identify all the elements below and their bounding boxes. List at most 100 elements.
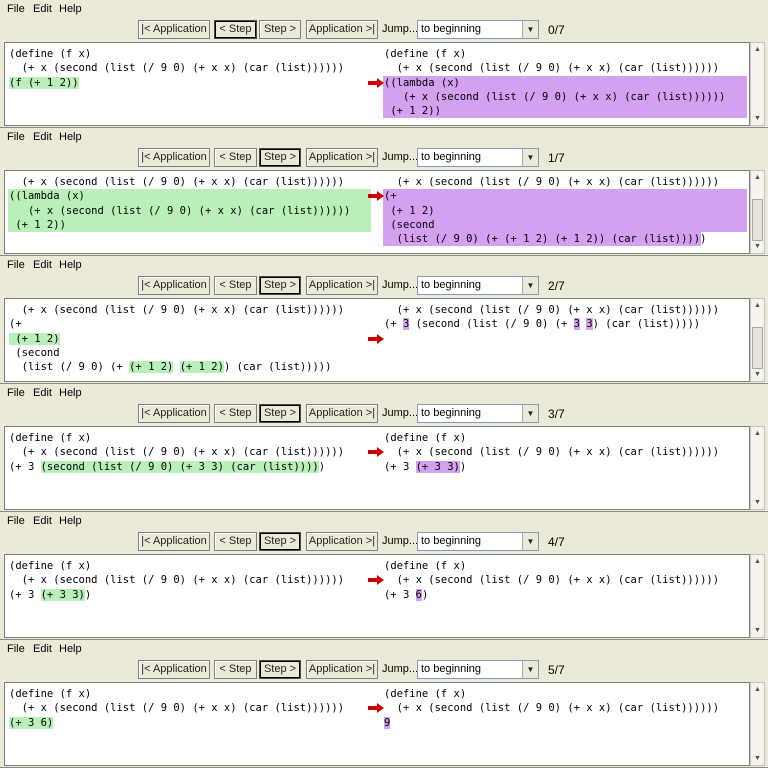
before-expression: (define (f x) (+ x (second (list (/ 9 0)… (9, 559, 344, 602)
menu-file[interactable]: File (7, 131, 25, 143)
left-line: (f (+ 1 2)) (9, 76, 79, 89)
prev-application-button[interactable]: |< Application (138, 20, 210, 39)
jump-select[interactable]: to beginning ▼ (417, 660, 539, 679)
jump-select[interactable]: to beginning ▼ (417, 20, 539, 39)
scroll-up-icon[interactable]: ▲ (751, 683, 764, 696)
chevron-down-icon[interactable]: ▼ (522, 21, 538, 38)
prev-step-button[interactable]: < Step (214, 20, 257, 39)
chevron-down-icon[interactable]: ▼ (522, 149, 538, 166)
menu-edit[interactable]: Edit (33, 515, 52, 527)
prev-application-button[interactable]: |< Application (138, 148, 210, 167)
next-step-button[interactable]: Step > (259, 20, 301, 39)
menu-bar: File Edit Help (0, 0, 768, 18)
toolbar: |< Application < Step Step > Application >|… (0, 404, 768, 426)
prev-application-button[interactable]: |< Application (138, 660, 210, 679)
left-line: (define (f x) (9, 688, 92, 700)
right-line: (define (f x) (384, 48, 467, 60)
left-line: (+ x (second (list (/ 9 0) (+ x x) (car … (9, 446, 345, 459)
menu-help[interactable]: Help (59, 643, 82, 655)
toolbar: |< Application < Step Step > Application >|… (0, 276, 768, 298)
menu-help[interactable]: Help (59, 515, 82, 527)
menu-file[interactable]: File (7, 643, 25, 655)
before-expression: (define (f x) (+ x (second (list (/ 9 0)… (9, 47, 344, 90)
menu-file[interactable]: File (7, 387, 25, 399)
next-step-button[interactable]: Step > (259, 148, 301, 167)
menu-edit[interactable]: Edit (33, 259, 52, 271)
vertical-scrollbar[interactable]: ▲ ▼ (750, 426, 765, 510)
jump-label: Jump... (382, 23, 419, 35)
code-view: (define (f x) (+ x (second (list (/ 9 0)… (4, 42, 750, 126)
menu-edit[interactable]: Edit (33, 387, 52, 399)
prev-step-button[interactable]: < Step (214, 532, 257, 551)
jump-select[interactable]: to beginning ▼ (417, 276, 539, 295)
chevron-down-icon[interactable]: ▼ (522, 533, 538, 550)
prev-step-button[interactable]: < Step (214, 148, 257, 167)
prev-application-button[interactable]: |< Application (138, 276, 210, 295)
menu-edit[interactable]: Edit (33, 131, 52, 143)
next-step-button[interactable]: Step > (259, 276, 301, 295)
jump-select[interactable]: to beginning ▼ (417, 404, 539, 423)
scroll-up-icon[interactable]: ▲ (751, 43, 764, 56)
menu-edit[interactable]: Edit (33, 643, 52, 655)
next-application-button[interactable]: Application >| (306, 20, 378, 39)
chevron-down-icon[interactable]: ▼ (522, 661, 538, 678)
scroll-down-icon[interactable]: ▼ (751, 752, 764, 765)
chevron-down-icon[interactable]: ▼ (522, 405, 538, 422)
menu-file[interactable]: File (7, 515, 25, 527)
vertical-scrollbar[interactable]: ▲ ▼ (750, 42, 765, 126)
step-counter: 3/7 (548, 407, 565, 421)
stepper-window-4: File Edit Help |< Application < Step Step > Ap… (0, 512, 768, 640)
right-line: (+ x (second (list (/ 9 0) (+ x x) (car … (384, 62, 720, 75)
left-segment: (+ 3 (9, 588, 41, 601)
next-application-button[interactable]: Application >| (306, 148, 378, 167)
menu-file[interactable]: File (7, 3, 25, 15)
vertical-scrollbar[interactable]: ▲ ▼ (750, 170, 765, 254)
scroll-up-icon[interactable]: ▲ (751, 171, 764, 184)
prev-step-button[interactable]: < Step (214, 660, 257, 679)
right-segment: ) (car (list))))) (592, 318, 701, 331)
toolbar: |< Application < Step Step > Application >|… (0, 148, 768, 170)
chevron-down-icon[interactable]: ▼ (522, 277, 538, 294)
jump-select[interactable]: to beginning ▼ (417, 532, 539, 551)
jump-select-value: to beginning (421, 663, 481, 675)
scroll-up-icon[interactable]: ▲ (751, 299, 764, 312)
next-application-button[interactable]: Application >| (306, 276, 378, 295)
vertical-scrollbar[interactable]: ▲ ▼ (750, 554, 765, 638)
next-step-button[interactable]: Step > (259, 660, 301, 679)
jump-label: Jump... (382, 151, 419, 163)
menu-help[interactable]: Help (59, 259, 82, 271)
scroll-down-icon[interactable]: ▼ (751, 112, 764, 125)
menu-help[interactable]: Help (59, 131, 82, 143)
prev-application-button[interactable]: |< Application (138, 532, 210, 551)
scroll-thumb[interactable] (752, 327, 763, 369)
vertical-scrollbar[interactable]: ▲ ▼ (750, 682, 765, 766)
scroll-up-icon[interactable]: ▲ (751, 427, 764, 440)
prev-step-button[interactable]: < Step (214, 404, 257, 423)
menu-help[interactable]: Help (59, 387, 82, 399)
prev-application-button[interactable]: |< Application (138, 404, 210, 423)
next-application-button[interactable]: Application >| (306, 532, 378, 551)
red-arrow-icon (368, 575, 384, 586)
menu-help[interactable]: Help (59, 3, 82, 15)
menu-file[interactable]: File (7, 259, 25, 271)
scroll-down-icon[interactable]: ▼ (751, 368, 764, 381)
scroll-down-icon[interactable]: ▼ (751, 240, 764, 253)
jump-select[interactable]: to beginning ▼ (417, 148, 539, 167)
next-application-button[interactable]: Application >| (306, 660, 378, 679)
code-view: (define (f x) (+ x (second (list (/ 9 0)… (4, 426, 750, 510)
prev-step-button[interactable]: < Step (214, 276, 257, 295)
scroll-thumb[interactable] (752, 199, 763, 241)
menu-edit[interactable]: Edit (33, 3, 52, 15)
vertical-scrollbar[interactable]: ▲ ▼ (750, 298, 765, 382)
scroll-down-icon[interactable]: ▼ (751, 496, 764, 509)
left-line: (+ 1 2)) (9, 218, 66, 231)
next-step-button[interactable]: Step > (259, 532, 301, 551)
scroll-up-icon[interactable]: ▲ (751, 555, 764, 568)
stepper-window-5: File Edit Help |< Application < Step Step > Ap… (0, 640, 768, 768)
right-line: (+ 1 2)) (384, 105, 441, 118)
next-application-button[interactable]: Application >| (306, 404, 378, 423)
right-line: (+ x (second (list (/ 9 0) (+ x x) (car … (384, 574, 720, 587)
step-counter: 2/7 (548, 279, 565, 293)
next-step-button[interactable]: Step > (259, 404, 301, 423)
scroll-down-icon[interactable]: ▼ (751, 624, 764, 637)
